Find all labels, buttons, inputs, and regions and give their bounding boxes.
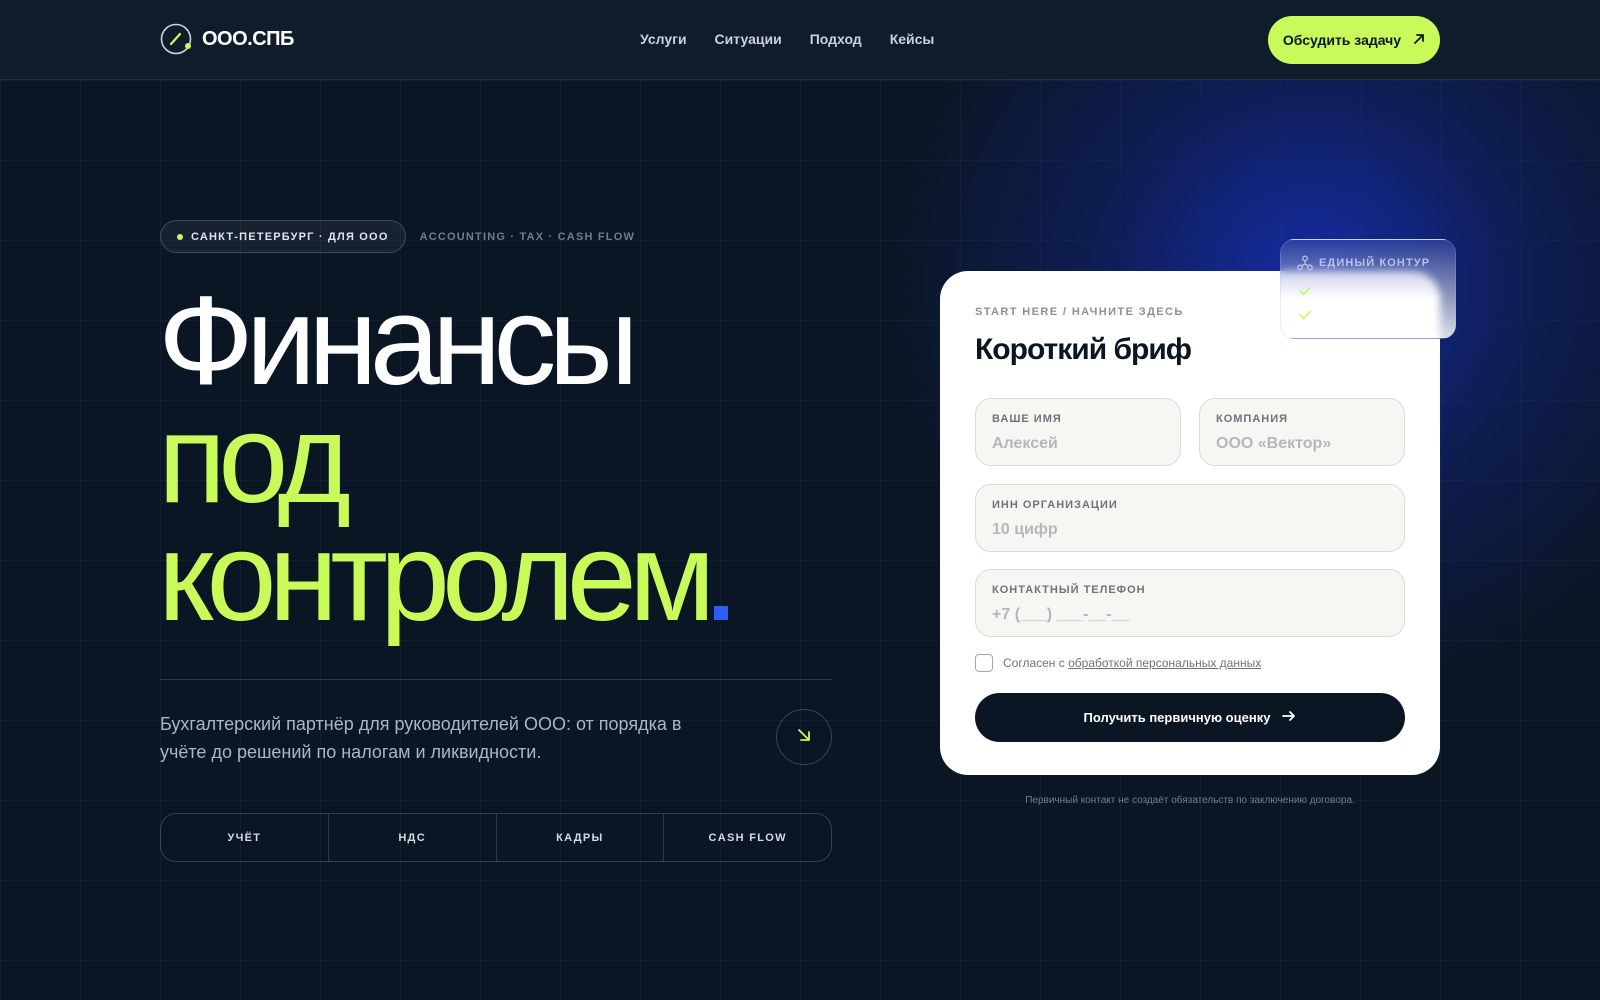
hero-headline: Финансы под контролем bbox=[158, 270, 728, 640]
tab-vat[interactable]: НДС bbox=[329, 814, 497, 861]
brand-logo[interactable]: ООО.СПБ bbox=[160, 23, 294, 55]
arrow-right-icon bbox=[1282, 709, 1296, 726]
get-estimate-button[interactable]: Получить первичную оценку bbox=[975, 693, 1405, 742]
consent-checkbox[interactable] bbox=[975, 654, 993, 672]
service-tabs: УЧЁТ НДС КАДРЫ CASH FLOW bbox=[160, 813, 832, 862]
discuss-task-button[interactable]: Обсудить задачу bbox=[1268, 16, 1440, 64]
top-navigation-bar: ООО.СПБ Услуги Ситуации Подход Кейсы Обс… bbox=[0, 0, 1600, 80]
inn-input[interactable] bbox=[992, 519, 1388, 541]
consent-text-wrap: Согласен с обработкой персональных данны… bbox=[1003, 656, 1261, 670]
consent-row: Согласен с обработкой персональных данны… bbox=[975, 654, 1261, 672]
brief-form-card: START HERE / НАЧНИТЕ ЗДЕСЬ Короткий бриф… bbox=[940, 271, 1440, 775]
headline-line-3-wrap: контролем bbox=[158, 514, 728, 640]
blue-square-dot bbox=[713, 606, 728, 620]
tab-accounting[interactable]: УЧЁТ bbox=[161, 814, 329, 861]
gauge-logo-icon bbox=[160, 23, 192, 55]
phone-field-label: КОНТАКТНЫЙ ТЕЛЕФОН bbox=[992, 584, 1146, 596]
disclaimer-text: Первичный контакт не создаёт обязательст… bbox=[1025, 795, 1355, 806]
hero-lead-text: Бухгалтерский партнёр для руководителей … bbox=[160, 714, 682, 762]
unified-contour-title: ЕДИНЫЙ КОНТУР bbox=[1319, 257, 1431, 269]
nav-item-cases[interactable]: Кейсы bbox=[890, 31, 935, 47]
nav-item-approach[interactable]: Подход bbox=[810, 31, 862, 47]
check-icon bbox=[1299, 307, 1311, 325]
location-pill-label: САНКТ-ПЕТЕРБУРГ · ДЛЯ ООО bbox=[191, 230, 389, 243]
headline-line-3: контролем bbox=[158, 506, 716, 647]
name-input[interactable] bbox=[992, 433, 1164, 455]
company-field-label: КОМПАНИЯ bbox=[1216, 413, 1289, 425]
company-field[interactable]: КОМПАНИЯ bbox=[1199, 398, 1405, 466]
nav-item-services[interactable]: Услуги bbox=[640, 31, 687, 47]
arrow-up-right-icon bbox=[1413, 32, 1425, 48]
nav-item-situations[interactable]: Ситуации bbox=[715, 31, 782, 47]
scroll-down-button[interactable] bbox=[776, 709, 832, 765]
consent-text: Согласен с bbox=[1003, 656, 1069, 670]
get-estimate-label: Получить первичную оценку bbox=[1083, 710, 1271, 725]
network-icon bbox=[1297, 255, 1313, 276]
brief-title: Короткий бриф bbox=[975, 333, 1192, 366]
location-pill: САНКТ-ПЕТЕРБУРГ · ДЛЯ ООО bbox=[160, 220, 406, 253]
status-dot-icon bbox=[177, 233, 183, 240]
tab-hr[interactable]: КАДРЫ bbox=[497, 814, 665, 861]
privacy-policy-link[interactable]: обработкой персональных данных bbox=[1068, 656, 1261, 670]
headline-line-2: под bbox=[158, 388, 351, 529]
inn-field-label: ИНН ОРГАНИЗАЦИИ bbox=[992, 499, 1118, 511]
check-icon bbox=[1299, 283, 1311, 301]
headline-line-1: Финансы bbox=[158, 270, 639, 411]
phone-input[interactable] bbox=[992, 604, 1388, 626]
hero-tag-row: САНКТ-ПЕТЕРБУРГ · ДЛЯ ООО ACCOUNTING · T… bbox=[160, 220, 635, 253]
arrow-down-right-icon bbox=[797, 728, 811, 747]
name-field[interactable]: ВАШЕ ИМЯ bbox=[975, 398, 1181, 466]
hero-divider bbox=[160, 679, 832, 680]
unified-contour-badge: ЕДИНЫЙ КОНТУР bbox=[1280, 239, 1456, 339]
main-nav: Услуги Ситуации Подход Кейсы bbox=[640, 31, 934, 47]
phone-field[interactable]: КОНТАКТНЫЙ ТЕЛЕФОН bbox=[975, 569, 1405, 637]
brand-name: ООО.СПБ bbox=[202, 27, 294, 50]
brief-kicker: START HERE / НАЧНИТЕ ЗДЕСЬ bbox=[975, 306, 1184, 318]
tab-cash-flow[interactable]: CASH FLOW bbox=[664, 814, 831, 861]
services-tagline: ACCOUNTING · TAX · CASH FLOW bbox=[419, 230, 636, 243]
discuss-task-label: Обсудить задачу bbox=[1282, 32, 1402, 48]
name-field-label: ВАШЕ ИМЯ bbox=[992, 413, 1062, 425]
inn-field[interactable]: ИНН ОРГАНИЗАЦИИ bbox=[975, 484, 1405, 552]
company-input[interactable] bbox=[1216, 433, 1388, 455]
